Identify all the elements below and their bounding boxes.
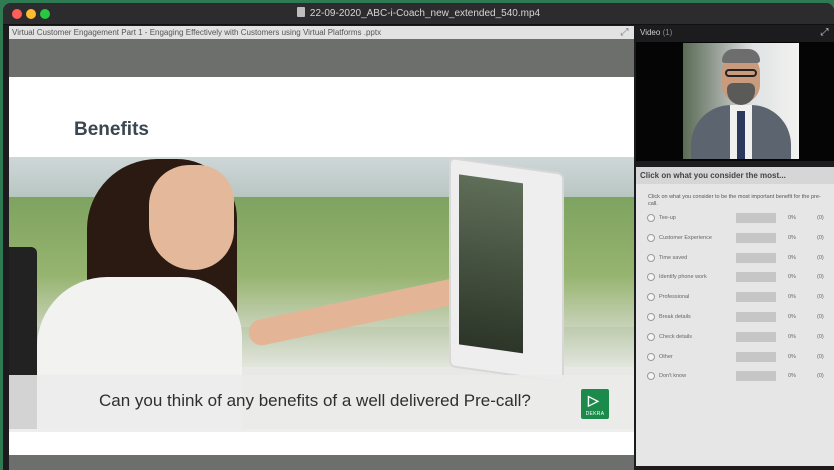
poll-option-percent: 0% [788,353,796,360]
dekra-logo: ▷ DEKRA [581,389,609,419]
poll-option-count: (0) [817,215,824,221]
poll-option[interactable]: Professional 0% (0) [636,291,834,303]
window-title-text: 22-09-2020_ABC-i-Coach_new_extended_540.… [309,8,541,19]
poll-option-count: (0) [817,234,824,241]
video-count: (1) [662,28,673,37]
poll-option-label: Don't know [659,373,687,380]
video-file-icon [296,7,305,17]
presentation-file-title: Virtual Customer Engagement Part 1 - Eng… [9,26,634,39]
poll-result-bar [736,351,776,362]
poll-option-count: (0) [817,333,824,340]
poll-radio-button[interactable] [647,253,655,262]
webcam-video [636,42,834,161]
video-panel-header: Video (1) [636,26,834,39]
poll-result-bar [736,272,776,283]
video-label: Video [640,28,661,37]
poll-option-percent: 0% [788,215,796,221]
slide-caption-band: Can you think of any benefits of a well … [9,375,634,432]
poll-result-bar [736,213,776,223]
window-titlebar: 22-09-2020_ABC-i-Coach_new_extended_540.… [3,3,834,25]
poll-option[interactable]: Customer Experience 0% (0) [636,232,834,244]
side-panel: Video (1) ⤢ Click on what you consider t… [636,26,834,470]
poll-option-count: (0) [817,254,824,261]
poll-option-label: Customer Experience [659,234,712,241]
expand-icon[interactable]: ⤢ [619,27,630,38]
presentation-pane: Virtual Customer Engagement Part 1 - Eng… [9,26,634,470]
window-title: 22-09-2020_ABC-i-Coach_new_extended_540.… [3,7,834,19]
poll-radio-button[interactable] [647,332,655,341]
poll-option-count: (0) [817,274,824,281]
poll-option-count: (0) [817,314,824,320]
poll-option-label: Professional [659,294,690,301]
poll-radio-button[interactable] [647,214,655,222]
poll-option-percent: 0% [788,254,796,261]
poll-option-label: Check details [659,333,693,340]
poll-option-label: Other [659,353,673,360]
poll-header: Click on what you consider the most... [636,167,834,184]
slide: Benefits Can you think of any benefits o… [9,77,634,455]
poll-result-bar [736,292,776,303]
poll-radio-button[interactable] [647,293,655,302]
poll-option[interactable]: Break details 0% (0) [636,311,834,323]
poll-option[interactable]: Other 0% (0) [636,351,834,363]
poll-option-percent: 0% [788,294,796,301]
poll-result-bar [736,371,776,382]
poll-option-label: Tee-up [659,215,676,221]
poll-option-label: Break details [659,314,691,320]
poll-radio-button[interactable] [647,352,655,361]
poll-panel: Click on what you consider to be the mos… [636,184,834,466]
poll-option-count: (0) [817,294,824,301]
poll-radio-button[interactable] [647,313,655,321]
poll-option-percent: 0% [788,274,796,281]
poll-radio-button[interactable] [647,233,655,242]
poll-option-label: Identify phone work [659,274,707,281]
poll-radio-button[interactable] [647,273,655,282]
poll-option[interactable]: Tee-up 0% (0) [636,212,834,224]
logo-arrow-icon: ▷ [588,392,599,408]
expand-video-icon[interactable]: ⤢ [819,27,830,38]
poll-option-percent: 0% [788,234,796,241]
poll-result-bar [736,331,776,342]
poll-result-bar [736,232,776,243]
presenter-video-feed [683,43,799,159]
poll-option[interactable]: Check details 0% (0) [636,331,834,343]
poll-radio-button[interactable] [647,372,655,381]
poll-result-bar [736,312,776,322]
poll-result-bar [736,252,776,263]
logo-text: DEKRA [585,411,605,417]
poll-option-count: (0) [817,373,824,380]
poll-option-count: (0) [817,353,824,360]
poll-option[interactable]: Don't know 0% (0) [636,370,834,382]
poll-option-percent: 0% [788,314,796,320]
slide-title: Benefits [74,119,149,140]
poll-option-percent: 0% [788,373,796,380]
poll-option[interactable]: Identify phone work 0% (0) [636,271,834,283]
poll-option-percent: 0% [788,333,796,340]
poll-question: Click on what you consider to be the mos… [648,194,821,207]
slide-caption: Can you think of any benefits of a well … [99,391,531,410]
poll-option[interactable]: Time saved 0% (0) [636,252,834,264]
video-player-window: 22-09-2020_ABC-i-Coach_new_extended_540.… [3,3,834,470]
poll-option-label: Time saved [659,254,688,261]
